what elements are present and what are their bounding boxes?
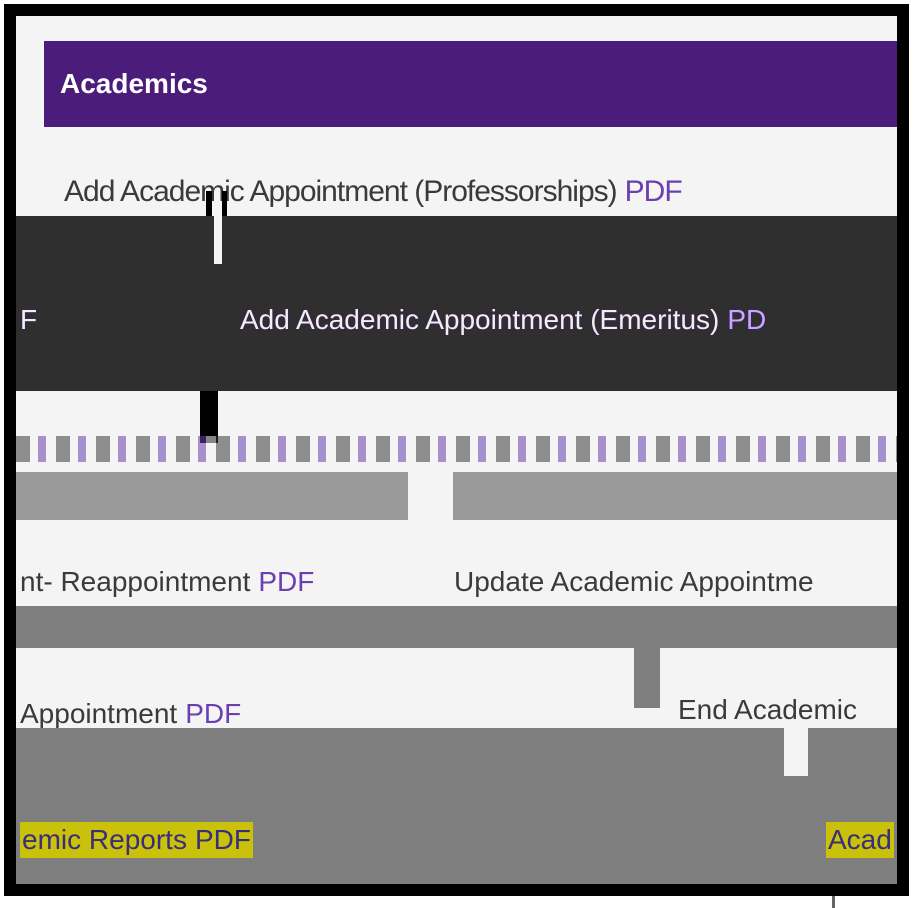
mid-band (16, 606, 897, 648)
link-label: Appointment (20, 698, 178, 729)
link-label: Add Academic Appointment (Professorships… (64, 175, 618, 208)
link-update-appointment[interactable]: Update Academic Appointme (454, 564, 814, 600)
link-label: Add Academic Appointment (Emeritus) (240, 304, 720, 335)
pdf-link[interactable]: PDF (258, 566, 314, 597)
light-notch (784, 724, 808, 776)
link-label: Update Academic Appointme (454, 566, 814, 597)
link-appointment[interactable]: Appointment PDF (20, 696, 241, 732)
panel-title: Academics (60, 68, 208, 99)
gray-block (453, 472, 897, 520)
mid-block (634, 648, 660, 708)
pdf-link[interactable]: PDF (195, 824, 251, 855)
pdf-link[interactable]: PDF (185, 698, 241, 729)
academics-panel: Academics Add Academic Appointment (Prof… (4, 4, 909, 896)
fragment-f: F (20, 304, 38, 335)
link-label: nt- Reappointment (20, 566, 251, 597)
link-label: emic Reports (22, 824, 187, 855)
gray-block (16, 472, 408, 520)
link-add-appointment-emeritus[interactable]: Add Academic Appointment (Emeritus) PD (240, 302, 766, 338)
link-reappointment[interactable]: nt- Reappointment PDF (20, 564, 314, 600)
link-end-appointment[interactable]: End Academic (678, 692, 857, 728)
panel-header: Academics (44, 41, 897, 127)
scroll-tick (832, 896, 835, 908)
link-academic-truncated[interactable]: Acad (826, 822, 894, 858)
link-label: End Academic (678, 694, 857, 725)
divider (214, 216, 222, 264)
link-academic-reports[interactable]: emic Reports PDF (20, 822, 253, 858)
pdf-link[interactable]: PDF (625, 175, 683, 208)
link-add-appointment-professorships[interactable]: Add Academic Appointment (Professorships… (64, 174, 683, 210)
link-label: Acad (828, 824, 892, 855)
garbled-text-row (16, 436, 897, 462)
bottom-band (16, 728, 897, 884)
pdf-link[interactable]: PD (727, 304, 766, 335)
